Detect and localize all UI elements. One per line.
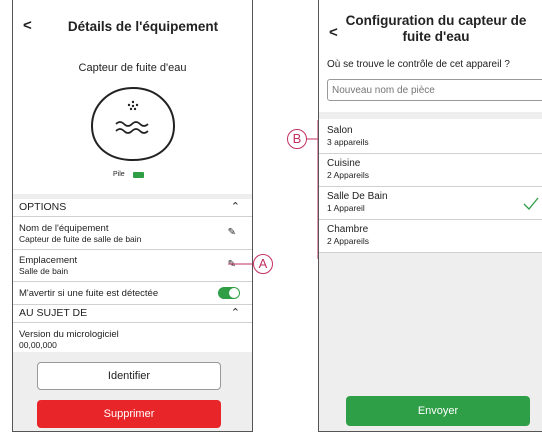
row-label: Emplacement (19, 255, 78, 266)
room-count: 2 Appareils (327, 236, 370, 246)
back-button[interactable]: < (23, 17, 32, 34)
options-header-label: OPTIONS (19, 201, 67, 213)
sensor-config-screen: < Configuration du capteur de fuite d'ea… (318, 0, 542, 432)
room-name: Salon (327, 125, 353, 136)
chevron-up-icon: ⌃ (230, 307, 240, 319)
room-item-salle-de-bain[interactable]: Salle De Bain 1 Appareil (319, 187, 542, 220)
chevron-up-icon: ⌃ (230, 201, 240, 213)
edit-icon[interactable]: ✎ (228, 227, 236, 238)
delete-button[interactable]: Supprimer (37, 400, 221, 428)
room-name-input[interactable] (327, 79, 542, 101)
row-value: Capteur de fuite de salle de bain (19, 234, 142, 244)
room-item-salon[interactable]: Salon 3 appareils (319, 121, 542, 154)
device-name: Capteur de fuite d'eau (78, 62, 187, 74)
identify-button[interactable]: Identifier (37, 362, 221, 390)
about-header[interactable]: AU SUJET DE ⌃ (13, 305, 252, 322)
callout-a: A (253, 254, 273, 274)
battery-label: Pile (113, 171, 125, 178)
section-divider (319, 112, 542, 119)
page-title: Détails de l'équipement (67, 19, 219, 34)
firmware-row: Version du micrologiciel 00,00,000 (19, 329, 119, 350)
device-details-screen: < Détails de l'équipement Capteur de fui… (12, 0, 253, 432)
page-title: Configuration du capteur de fuite d'eau (341, 13, 531, 45)
room-count: 1 Appareil (327, 203, 365, 213)
location-row[interactable]: Emplacement Salle de bain (19, 255, 77, 276)
divider (13, 216, 252, 217)
room-count: 2 Appareils (327, 170, 370, 180)
device-name-row[interactable]: Nom de l'équipement Capteur de fuite de … (19, 223, 141, 244)
location-question: Où se trouve le contrôle de cet appareil… (327, 59, 510, 70)
room-name: Cuisine (327, 158, 361, 169)
battery-icon (133, 172, 144, 178)
room-count: 3 appareils (327, 137, 369, 147)
options-header[interactable]: OPTIONS ⌃ (13, 199, 252, 216)
row-value: 00,00,000 (19, 340, 57, 350)
leak-alert-label: M'avertir si une fuite est détectée (19, 288, 159, 299)
row-value: Salle de bain (19, 266, 69, 276)
back-button[interactable]: < (329, 24, 338, 41)
row-label: Version du micrologiciel (19, 329, 119, 340)
title-line-1: Configuration du capteur de (345, 13, 527, 28)
leak-alert-toggle[interactable] (218, 287, 240, 299)
divider (13, 322, 252, 323)
room-name: Salle De Bain (327, 191, 388, 202)
room-item-cuisine[interactable]: Cuisine 2 Appareils (319, 154, 542, 187)
about-header-label: AU SUJET DE (19, 307, 88, 319)
callout-a-leader (228, 263, 256, 265)
room-name: Chambre (327, 224, 369, 235)
divider (13, 281, 252, 282)
checkmark-icon (523, 197, 539, 210)
row-label: Nom de l'équipement (19, 223, 109, 234)
title-line-2: fuite d'eau (402, 29, 470, 44)
water-leak-sensor-icon (90, 86, 176, 162)
divider (13, 249, 252, 250)
room-item-chambre[interactable]: Chambre 2 Appareils (319, 220, 542, 253)
send-button[interactable]: Envoyer (346, 396, 530, 426)
callout-b: B (287, 129, 307, 149)
